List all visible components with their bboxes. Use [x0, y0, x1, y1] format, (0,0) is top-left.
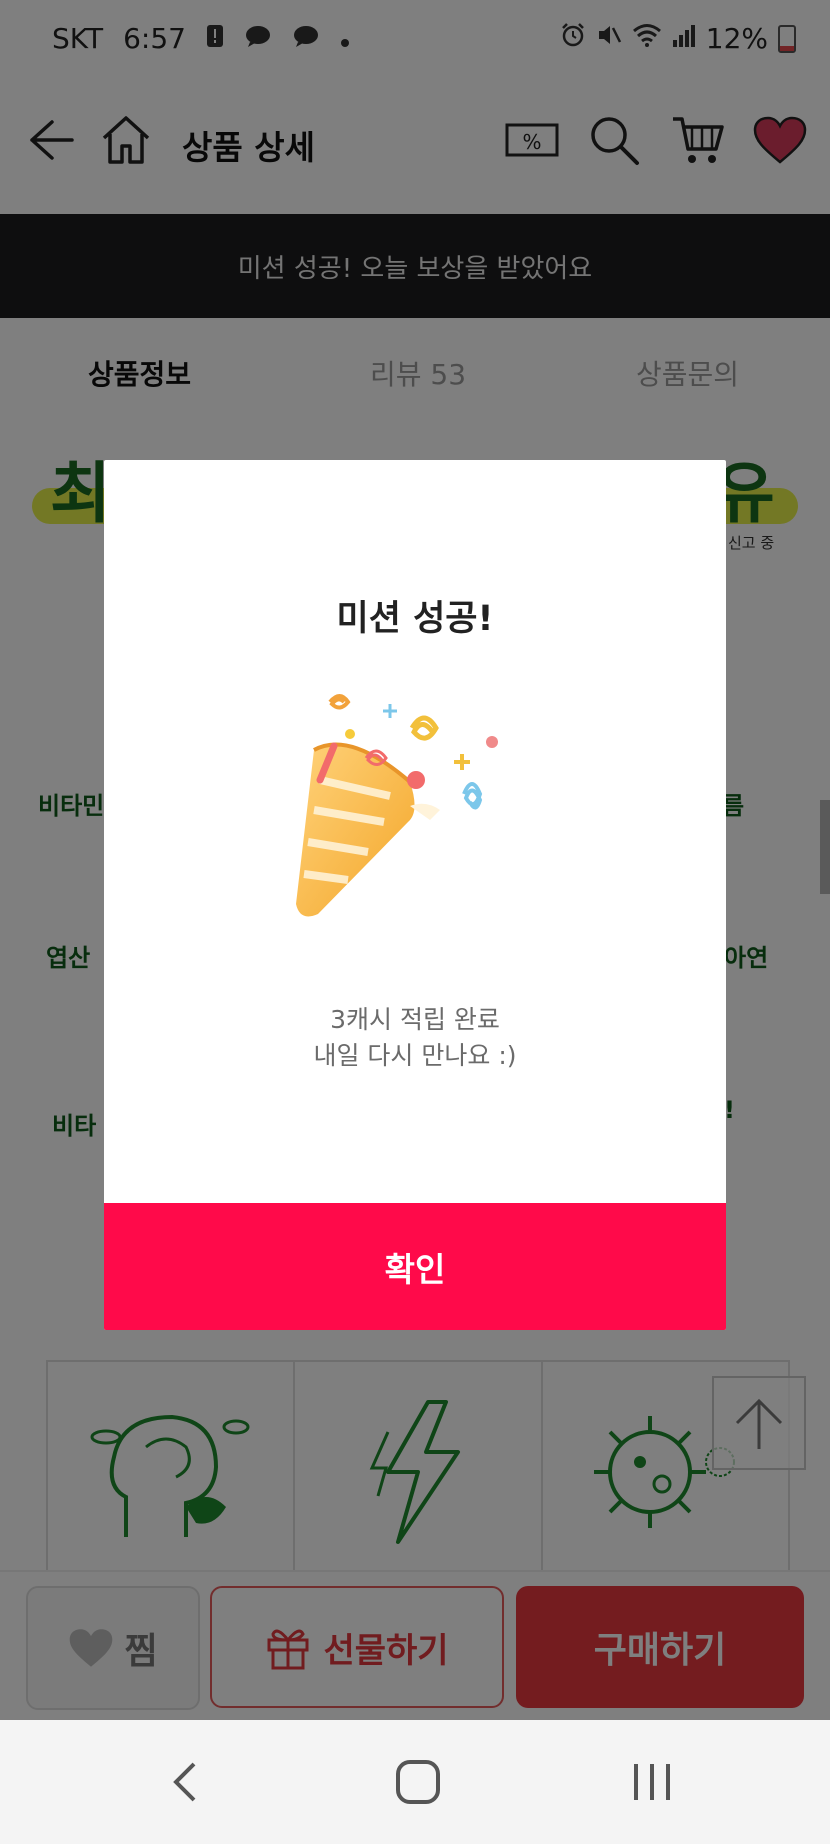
dialog-message-line1: 3캐시 적립 완료: [330, 1005, 500, 1034]
home-nav-icon[interactable]: [378, 1752, 458, 1812]
dialog-title: 미션 성공!: [336, 599, 494, 639]
recents-nav-icon[interactable]: [612, 1752, 692, 1812]
back-nav-icon[interactable]: [146, 1752, 226, 1812]
mission-success-dialog: 미션 성공! 3캐시 적립 완료 내일 다시 만나요 :) 확인: [104, 460, 726, 1330]
dialog-message-line2: 내일 다시 만나요 :): [313, 1041, 517, 1070]
system-nav-bar: [0, 1720, 830, 1844]
confirm-button[interactable]: 확인: [104, 1203, 726, 1330]
party-popper-icon: [290, 670, 540, 930]
